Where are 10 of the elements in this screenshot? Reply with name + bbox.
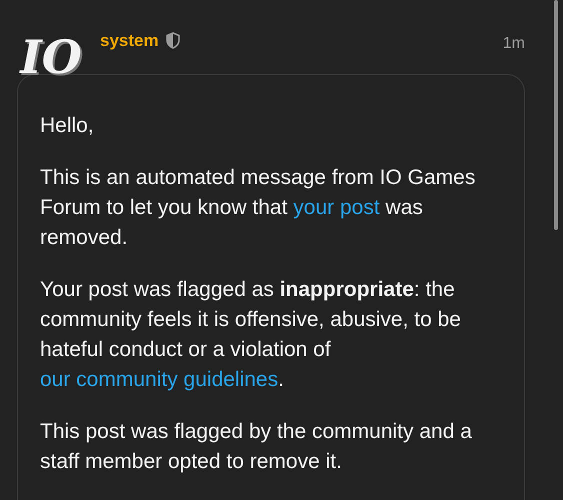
scrollbar[interactable] [554, 0, 558, 230]
post-time: 1m [502, 34, 525, 54]
post-paragraph: Hello, [40, 113, 95, 139]
avatar-logo: IO [20, 29, 82, 86]
post-link[interactable]: our community guidelines [40, 368, 278, 391]
post-paragraph: This post was flagged by the community and a staff member opted to remove it. [40, 419, 473, 475]
post-paragraph: Your post was flagged as inappropriate: the community feels it is offensive, abusive, to be hateful conduct or a violation of our community guidelines. [40, 277, 462, 393]
post-paragraph: This is an automated message from IO Games Forum to let you know that your post was removed. [40, 165, 476, 251]
username[interactable]: system [100, 28, 159, 54]
post-link[interactable]: your post [293, 196, 380, 219]
